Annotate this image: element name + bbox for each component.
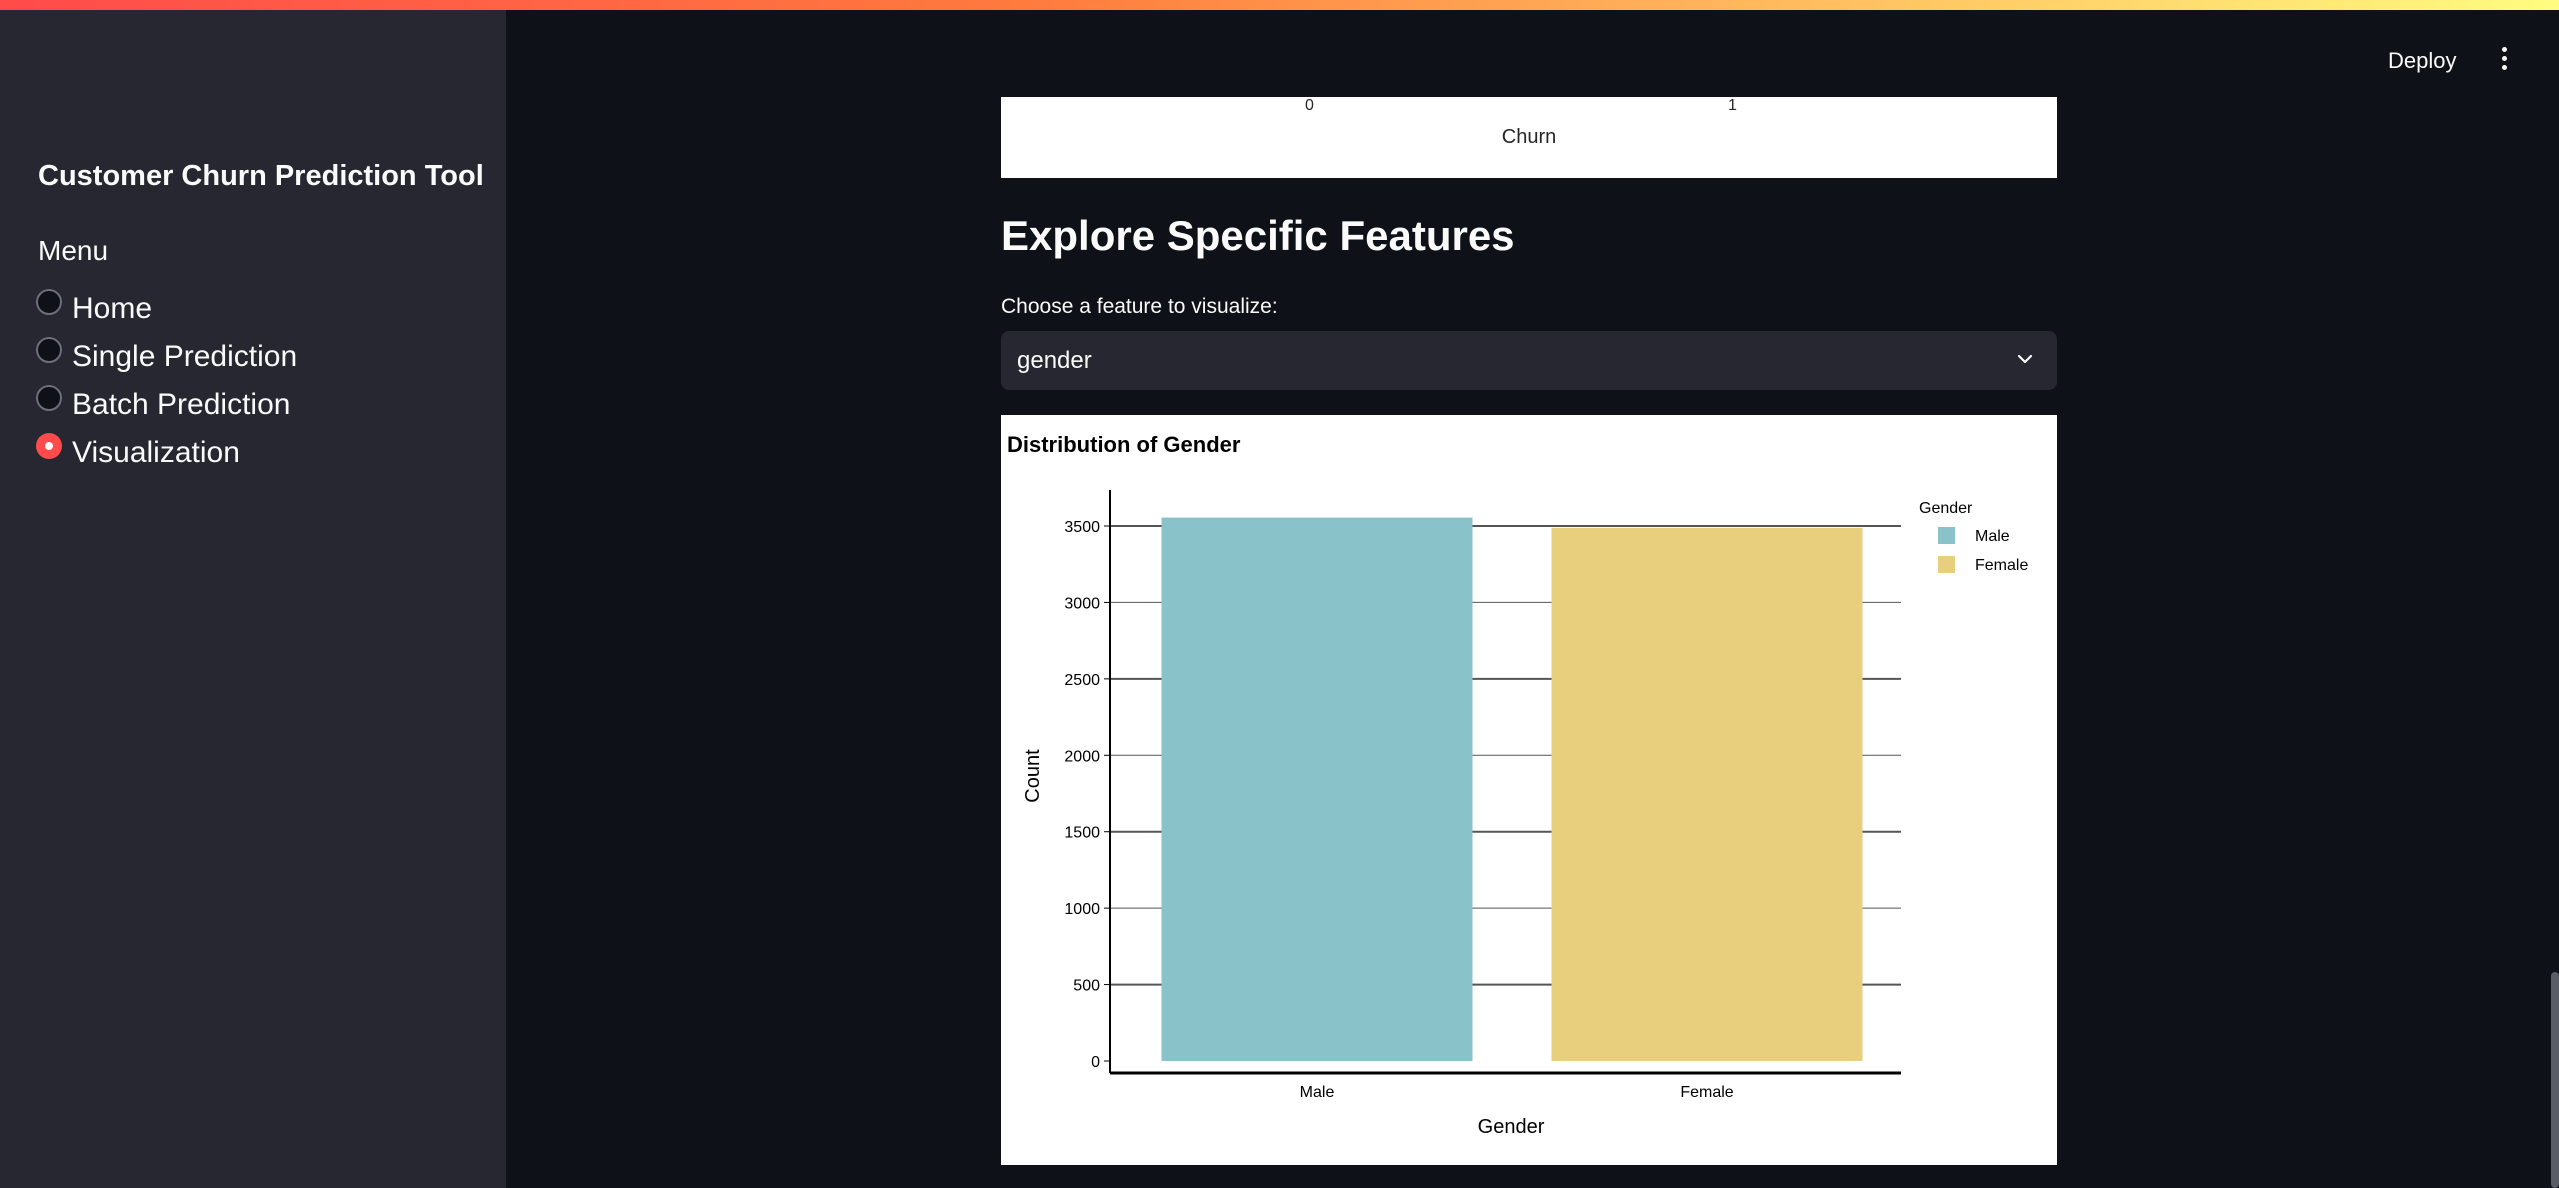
y-tick-label: 3500 bbox=[1064, 519, 1100, 536]
feature-select-label: Choose a feature to visualize: bbox=[1001, 295, 1278, 318]
x-tick-label: Female bbox=[1680, 1084, 1733, 1101]
sidebar-item-home[interactable]: Home bbox=[36, 289, 152, 329]
legend-entry: Female bbox=[1975, 557, 2028, 574]
y-axis-label: Count bbox=[1022, 749, 1044, 803]
deploy-button[interactable]: Deploy bbox=[2380, 44, 2464, 78]
y-tick-label: 0 bbox=[1091, 1054, 1100, 1071]
y-tick-label: 1000 bbox=[1064, 901, 1100, 918]
section-title: Explore Specific Features bbox=[1001, 212, 1515, 259]
y-tick-label: 500 bbox=[1073, 978, 1100, 995]
previous-chart-fragment: 0 1 Churn bbox=[1001, 97, 2057, 178]
prev-tick-label: 0 bbox=[1305, 97, 1314, 114]
sidebar-item-batch-prediction[interactable]: Batch Prediction bbox=[36, 385, 290, 425]
bar-female bbox=[1551, 527, 1863, 1061]
radio-button-home[interactable] bbox=[36, 289, 62, 315]
sidebar-item-label: Home bbox=[72, 292, 153, 325]
sidebar-item-label: Single Prediction bbox=[72, 340, 298, 373]
y-tick-label: 1500 bbox=[1064, 825, 1100, 842]
menu-label: Menu bbox=[38, 235, 109, 266]
legend-swatch-female bbox=[1938, 556, 1955, 573]
x-axis-label: Gender bbox=[1478, 1116, 1545, 1138]
sidebar: Customer Churn Prediction Tool Menu Home… bbox=[0, 10, 506, 1188]
chart-svg: Distribution of Gender 0 500 1000 1500 2000 2… bbox=[1007, 432, 2028, 1138]
legend-entry: Male bbox=[1975, 528, 2010, 545]
feature-select[interactable]: gender bbox=[1001, 331, 2057, 390]
chart-title: Distribution of Gender bbox=[1007, 432, 1241, 457]
prev-tick-label: 1 bbox=[1728, 97, 1737, 114]
x-tick-label: Male bbox=[1300, 1084, 1335, 1101]
sidebar-item-label: Visualization bbox=[72, 436, 240, 469]
sidebar-item-visualization[interactable]: Visualization bbox=[36, 433, 240, 473]
sidebar-item-single-prediction[interactable]: Single Prediction bbox=[36, 337, 297, 377]
radio-button-visualization[interactable] bbox=[36, 433, 62, 459]
more-vertical-icon[interactable] bbox=[2494, 44, 2514, 76]
app-title: Customer Churn Prediction Tool bbox=[38, 160, 484, 192]
chevron-down-icon bbox=[2017, 354, 2033, 364]
y-tick-label: 2500 bbox=[1064, 672, 1100, 689]
legend-title: Gender bbox=[1919, 500, 1973, 517]
y-tick-label: 3000 bbox=[1064, 595, 1100, 612]
legend-swatch-male bbox=[1938, 527, 1955, 544]
prev-x-axis-label: Churn bbox=[1501, 126, 1557, 148]
radio-button-batch-prediction[interactable] bbox=[36, 385, 62, 411]
radio-button-single-prediction[interactable] bbox=[36, 337, 62, 363]
sidebar-item-label: Batch Prediction bbox=[72, 388, 291, 421]
feature-select-value: gender bbox=[1017, 347, 1092, 374]
top-decoration-bar bbox=[0, 0, 2559, 10]
y-tick-label: 2000 bbox=[1064, 748, 1100, 765]
scrollbar[interactable] bbox=[2551, 972, 2559, 1188]
gender-distribution-chart: Distribution of Gender 0 500 1000 1500 2000 2… bbox=[1001, 415, 2057, 1165]
bar-male bbox=[1161, 517, 1473, 1061]
